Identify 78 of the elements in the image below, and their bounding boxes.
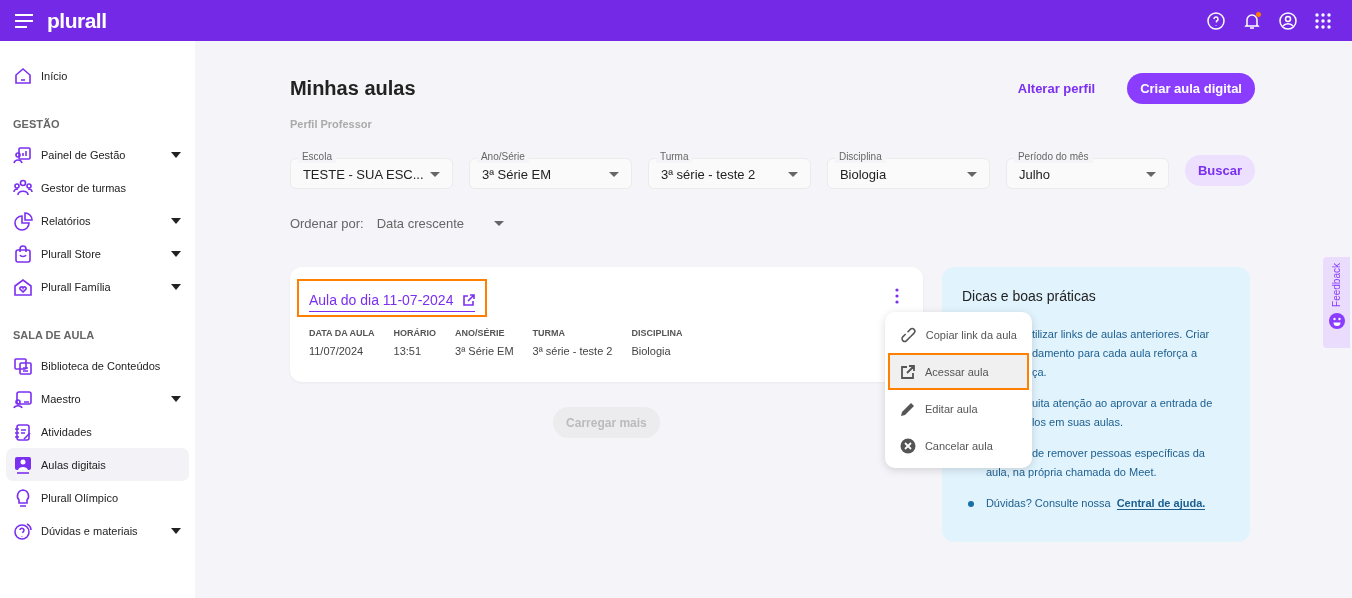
change-profile-link[interactable]: Alterar perfil [1011,80,1102,97]
tips-title: Dicas e boas práticas [961,288,1097,304]
cancel-icon [899,437,916,454]
sidebar-item[interactable]: Plurall Store [6,237,189,270]
field-label: TURMA [532,328,567,338]
sidebar-icon [13,388,33,409]
tip-text: de remover pessoas específicas da [1031,446,1205,461]
field-value: Biologia [631,345,672,357]
field-value: 11/07/2024 [308,345,365,357]
sidebar-icon [13,355,33,376]
section-heading: GESTÃO [12,117,61,132]
sidebar-item[interactable]: Plurall Família [6,270,189,303]
field-label: HORÁRIO [393,328,437,338]
sidebar-icon [13,276,33,297]
logo[interactable]: plurall [47,8,107,33]
tip-text: ça. [1031,365,1047,380]
caret-icon [608,172,619,177]
create-lesson-button[interactable]: Criar aula digital [1127,73,1255,104]
smiley-icon [1328,312,1345,329]
page-title: Minhas aulas [289,77,416,100]
page-subtitle: Perfil Professor [289,118,373,130]
sidebar-item[interactable]: Painel de Gestão [6,138,189,171]
tip-text: los em suas aulas. [1031,415,1124,430]
apps-grid-icon[interactable] [1315,12,1331,29]
external-link-icon [463,293,476,306]
menu-item[interactable]: Editar aula [887,390,1029,427]
field-label: DISCIPLINA [631,328,683,338]
sidebar-item[interactable]: Relatórios [6,204,189,237]
sidebar-item[interactable]: Gestor de turmas [6,171,189,204]
tip-text: damento para cada aula reforça a [1031,346,1198,361]
search-button[interactable]: Buscar [1184,154,1255,186]
menu-item[interactable]: Acessar aula [887,353,1029,390]
link-icon [899,325,917,344]
field-value: 3ª Série EM [455,345,514,357]
external-link-icon [899,363,916,380]
tip-text: aula, na própria chamada do Meet. [985,465,1157,480]
caret-icon [494,221,505,226]
sidebar-item[interactable]: Maestro [6,382,189,415]
field-value: 3ª série - teste 2 [532,345,613,357]
sort-label: Ordenar por: [289,216,364,231]
pencil-icon [899,400,916,417]
caret-icon [429,172,440,177]
menu-item[interactable]: Copiar link da aula [887,316,1029,353]
sidebar-icon [13,454,33,475]
sidebar-icon [13,177,33,198]
feedback-tab[interactable]: Feedback [1323,257,1350,348]
profile-icon[interactable] [1279,11,1297,30]
lesson-title-link[interactable]: Aula do dia 11-07-2024 [296,279,488,317]
tip-text: tilizar links de aulas anteriores. Criar [1031,327,1210,342]
sidebar-item[interactable]: Atividades [6,415,189,448]
sidebar-item[interactable]: Início [6,59,189,92]
caret-icon [787,172,798,177]
sidebar-icon [13,65,33,86]
help-center-link[interactable]: Central de ajuda. [1116,497,1206,510]
menu-item[interactable]: Cancelar aula [887,427,1029,464]
sidebar-icon [13,520,33,541]
help-icon[interactable] [1207,11,1225,30]
sidebar-icon [13,210,33,231]
sidebar-item[interactable]: Aulas digitais [6,448,189,481]
sidebar-icon [13,421,33,442]
more-options-icon[interactable] [894,288,899,304]
caret-icon [966,172,977,177]
sidebar-item[interactable]: Dúvidas e materiais [6,514,189,547]
sidebar-item[interactable]: Biblioteca de Conteúdos [6,349,189,382]
section-heading: SALA DE AULA [12,328,96,343]
sidebar-icon [13,243,33,264]
tip-text: Dúvidas? Consulte nossa [985,496,1111,511]
sidebar-item[interactable]: Plurall Olímpico [6,481,189,514]
menu-icon[interactable] [15,13,33,28]
caret-icon [1145,172,1156,177]
field-label: ANO/SÉRIE [455,328,506,338]
field-value: 13:51 [393,345,423,357]
notification-icon[interactable] [1243,11,1261,30]
sort-dropdown[interactable]: Data crescente [376,216,505,231]
sidebar-icon [13,144,33,165]
field-label: DATA DA AULA [308,328,375,338]
tip-text: uita atenção ao aprovar a entrada de [1031,396,1213,411]
bullet-icon [967,501,974,507]
